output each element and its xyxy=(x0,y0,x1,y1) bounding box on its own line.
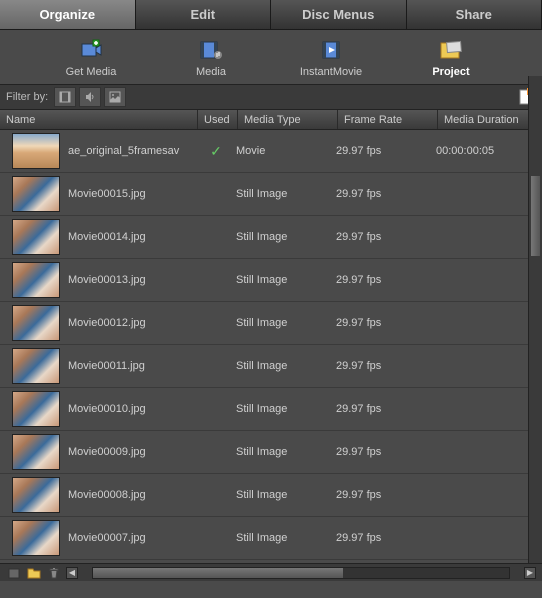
filter-bar: Filter by: xyxy=(0,84,542,110)
tool-label: InstantMovie xyxy=(300,66,362,78)
cell-mediatype: Still Image xyxy=(236,231,336,243)
tool-instantmovie[interactable]: InstantMovie xyxy=(291,38,371,78)
cell-mediatype: Still Image xyxy=(236,489,336,501)
header-framerate[interactable]: Frame Rate xyxy=(338,110,438,129)
cell-framerate: 29.97 fps xyxy=(336,231,436,243)
cell-framerate: 29.97 fps xyxy=(336,532,436,544)
table-row[interactable]: Movie00007.jpg Still Image29.97 fps xyxy=(0,517,542,560)
new-item-button[interactable] xyxy=(6,566,22,580)
cell-mediatype: Still Image xyxy=(236,360,336,372)
filter-still-button[interactable] xyxy=(104,87,126,107)
cell-duration: 00:00:00:05 xyxy=(436,145,542,157)
filter-audio-button[interactable] xyxy=(79,87,101,107)
tab-discmenus[interactable]: Disc Menus xyxy=(271,0,407,29)
check-icon: ✓ xyxy=(210,143,222,160)
tool-media[interactable]: Media xyxy=(171,38,251,78)
media-icon xyxy=(199,38,223,62)
tool-label: Get Media xyxy=(66,66,117,78)
filter-video-button[interactable] xyxy=(54,87,76,107)
thumbnail xyxy=(12,477,60,513)
hscroll-right[interactable]: ▶ xyxy=(524,567,536,579)
tool-project[interactable]: Project xyxy=(411,38,491,78)
tool-getmedia[interactable]: Get Media xyxy=(51,38,131,78)
table-row[interactable]: Movie00011.jpg Still Image29.97 fps xyxy=(0,345,542,388)
trash-button[interactable] xyxy=(46,566,62,580)
thumbnail xyxy=(12,176,60,212)
thumbnail xyxy=(12,434,60,470)
cell-name: Movie00014.jpg xyxy=(68,231,196,243)
header-name[interactable]: Name xyxy=(0,110,198,129)
table-row[interactable]: Movie00012.jpg Still Image29.97 fps xyxy=(0,302,542,345)
header-duration[interactable]: Media Duration xyxy=(438,110,542,129)
header-mediatype[interactable]: Media Type xyxy=(238,110,338,129)
tab-share[interactable]: Share xyxy=(407,0,542,29)
cell-mediatype: Still Image xyxy=(236,403,336,415)
hscroll-left[interactable]: ◀ xyxy=(66,567,78,579)
vertical-scrollbar-thumb[interactable] xyxy=(531,176,540,256)
cell-name: Movie00013.jpg xyxy=(68,274,196,286)
cell-mediatype: Still Image xyxy=(236,274,336,286)
table-row[interactable]: Movie00014.jpg Still Image29.97 fps xyxy=(0,216,542,259)
cell-framerate: 29.97 fps xyxy=(336,446,436,458)
new-folder-button[interactable] xyxy=(26,566,42,580)
thumbnail xyxy=(12,219,60,255)
main-tabs: Organize Edit Disc Menus Share xyxy=(0,0,542,30)
cell-mediatype: Still Image xyxy=(236,317,336,329)
cell-name: ae_original_5framesav xyxy=(68,145,196,157)
cell-name: Movie00011.jpg xyxy=(68,360,196,372)
table-row[interactable]: Movie00009.jpg Still Image29.97 fps xyxy=(0,431,542,474)
tab-organize[interactable]: Organize xyxy=(0,0,136,29)
horizontal-scrollbar-thumb[interactable] xyxy=(93,568,343,578)
cell-name: Movie00015.jpg xyxy=(68,188,196,200)
cell-name: Movie00009.jpg xyxy=(68,446,196,458)
cell-framerate: 29.97 fps xyxy=(336,274,436,286)
cell-name: Movie00008.jpg xyxy=(68,489,196,501)
cell-name: Movie00010.jpg xyxy=(68,403,196,415)
table-row[interactable]: Movie00013.jpg Still Image29.97 fps xyxy=(0,259,542,302)
cell-framerate: 29.97 fps xyxy=(336,317,436,329)
vertical-scrollbar[interactable] xyxy=(528,76,542,563)
column-headers: Name Used Media Type Frame Rate Media Du… xyxy=(0,110,542,130)
table-row[interactable]: ae_original_5framesav ✓ Movie29.97 fps00:0… xyxy=(0,130,542,173)
table-row[interactable]: Movie00015.jpg Still Image29.97 fps xyxy=(0,173,542,216)
tool-label: Project xyxy=(432,66,469,78)
media-list: ae_original_5framesav✓Movie29.97 fps00:0… xyxy=(0,130,542,598)
thumbnail xyxy=(12,262,60,298)
thumbnail xyxy=(12,133,60,169)
cell-mediatype: Still Image xyxy=(236,188,336,200)
filter-label: Filter by: xyxy=(6,91,48,103)
tab-edit[interactable]: Edit xyxy=(136,0,272,29)
cell-framerate: 29.97 fps xyxy=(336,489,436,501)
footer-bar: ◀ ▶ xyxy=(0,563,542,581)
thumbnail xyxy=(12,520,60,556)
table-row[interactable]: Movie00010.jpg Still Image29.97 fps xyxy=(0,388,542,431)
cell-mediatype: Movie xyxy=(236,145,336,157)
tool-label: Media xyxy=(196,66,226,78)
table-row[interactable]: Movie00008.jpg Still Image29.97 fps xyxy=(0,474,542,517)
cell-framerate: 29.97 fps xyxy=(336,360,436,372)
project-icon xyxy=(439,38,463,62)
cell-framerate: 29.97 fps xyxy=(336,403,436,415)
thumbnail xyxy=(12,391,60,427)
instantmovie-icon xyxy=(319,38,343,62)
cell-used: ✓ xyxy=(196,143,236,160)
getmedia-icon xyxy=(79,38,103,62)
cell-name: Movie00007.jpg xyxy=(68,532,196,544)
header-used[interactable]: Used xyxy=(198,110,238,129)
thumbnail xyxy=(12,348,60,384)
cell-framerate: 29.97 fps xyxy=(336,145,436,157)
horizontal-scrollbar[interactable] xyxy=(92,567,510,579)
thumbnail xyxy=(12,305,60,341)
cell-mediatype: Still Image xyxy=(236,446,336,458)
cell-framerate: 29.97 fps xyxy=(336,188,436,200)
cell-name: Movie00012.jpg xyxy=(68,317,196,329)
cell-mediatype: Still Image xyxy=(236,532,336,544)
toolbar: Get Media Media InstantMovie Project xyxy=(0,30,542,84)
